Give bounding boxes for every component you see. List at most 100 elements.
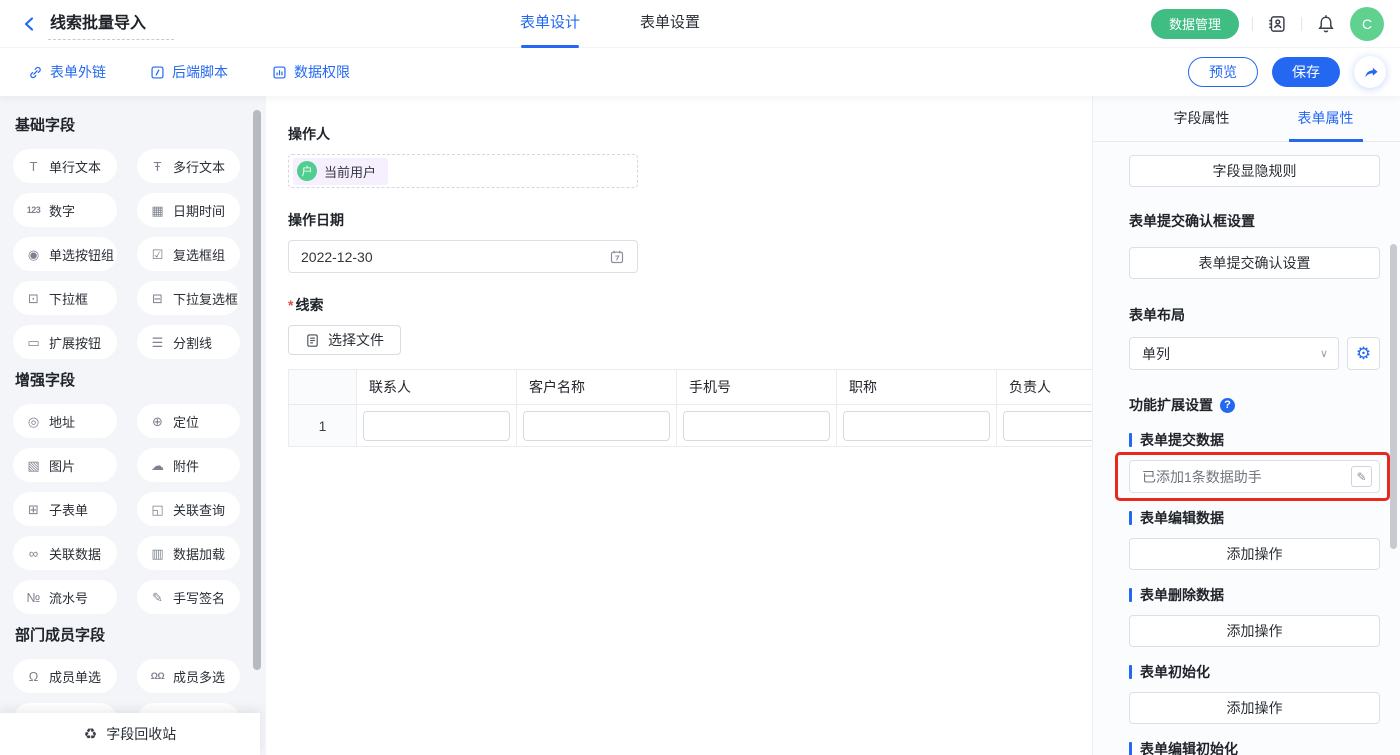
sidebar-section-grid: ◎地址 ⊕定位 ▧图片 ☁附件 ⊞子表单 ◱关联查询 ∞关联数据 ▥数据加载 №流水号 ✎手写签名: [13, 404, 266, 614]
field-visibility-rules-button[interactable]: 字段显隐规则: [1129, 155, 1380, 187]
form-edit-data-add-button[interactable]: 添加操作: [1129, 538, 1380, 570]
column-header: 负责人: [997, 370, 1092, 404]
field-item-multi-line-text[interactable]: Ŧ多行文本: [137, 149, 240, 183]
field-item-serial-number[interactable]: №流水号: [13, 580, 117, 614]
field-item-address[interactable]: ◎地址: [13, 404, 117, 438]
tab-form-design[interactable]: 表单设计: [490, 0, 610, 48]
table-row: 1: [289, 404, 1092, 446]
date-value: 2022-12-30: [301, 249, 373, 265]
field-item-attachment[interactable]: ☁附件: [137, 448, 240, 482]
field-item-label: 流水号: [49, 588, 88, 607]
tab-form-settings[interactable]: 表单设置: [610, 0, 730, 48]
operator-value-box[interactable]: 户 当前用户: [288, 154, 638, 188]
avatar[interactable]: C: [1350, 7, 1384, 41]
chevron-down-icon: ∨: [1320, 347, 1328, 360]
field-item-subform[interactable]: ⊞子表单: [13, 492, 117, 526]
field-item-member-single[interactable]: Ω成员单选: [13, 659, 117, 693]
cell-input[interactable]: [363, 411, 510, 441]
field-operator[interactable]: 操作人 户 当前用户: [288, 124, 1092, 188]
field-item-location[interactable]: ⊕定位: [137, 404, 240, 438]
number-icon: 123: [25, 206, 42, 215]
data-manage-button[interactable]: 数据管理: [1151, 9, 1239, 39]
notification-bell-icon[interactable]: [1315, 13, 1337, 35]
sidebar-scrollbar[interactable]: [253, 110, 261, 670]
field-item-member-multi[interactable]: ΩΩ成员多选: [137, 659, 240, 693]
field-item-label: 数据加载: [173, 544, 225, 563]
field-item-number[interactable]: 123数字: [13, 193, 117, 227]
panel-scrollbar[interactable]: [1390, 244, 1397, 549]
field-leads[interactable]: * 线索 选择文件 联系人客户名称手机号职称负责人1: [288, 295, 1092, 447]
preview-button[interactable]: 预览: [1188, 57, 1258, 87]
submit-confirm-settings-button[interactable]: 表单提交确认设置: [1129, 247, 1380, 279]
form-submit-data-wrap: 已添加1条数据助手✎: [1129, 460, 1380, 493]
help-icon[interactable]: ?: [1220, 398, 1235, 413]
field-item-image[interactable]: ▧图片: [13, 448, 117, 482]
form-design-canvas: 操作人 户 当前用户 操作日期 2022-12-30: [266, 96, 1092, 755]
form-delete-data-add-button[interactable]: 添加操作: [1129, 615, 1380, 647]
column-header: 手机号: [677, 370, 837, 404]
field-item-signature[interactable]: ✎手写签名: [137, 580, 240, 614]
field-item-label: 单行文本: [49, 157, 101, 176]
divider: [1252, 17, 1253, 31]
cell-input[interactable]: [523, 411, 670, 441]
field-item-radio-group[interactable]: ◉单选按钮组: [13, 237, 117, 271]
field-item-checkbox-group[interactable]: ☑复选框组: [137, 237, 240, 271]
page-title[interactable]: 线索批量导入: [48, 7, 174, 40]
dropdown-icon: ⊡: [25, 292, 42, 305]
recycle-label: 字段回收站: [106, 724, 176, 744]
group-title: 表单编辑数据: [1140, 508, 1224, 528]
field-item-label: 地址: [49, 412, 75, 431]
form-init-label: 表单初始化: [1129, 662, 1380, 682]
sidebar-section-title: 增强字段: [15, 369, 264, 390]
date-input[interactable]: 2022-12-30: [288, 240, 638, 273]
tab-field-properties[interactable]: 字段属性: [1165, 96, 1239, 142]
backend-script-icon: [150, 65, 165, 80]
section-bar: [1129, 665, 1132, 679]
edit-icon[interactable]: ✎: [1351, 466, 1372, 487]
divider: [1301, 17, 1302, 31]
datetime-icon: ▦: [149, 204, 166, 217]
user-avatar-icon: 户: [297, 161, 317, 181]
current-user-tag[interactable]: 户 当前用户: [293, 158, 388, 185]
field-item-related-query[interactable]: ◱关联查询: [137, 492, 240, 526]
extension-settings-title: 功能扩展设置: [1129, 395, 1213, 415]
field-item-single-line-text[interactable]: T单行文本: [13, 149, 117, 183]
field-item-divider[interactable]: ☰分割线: [137, 325, 240, 359]
member-single-icon: Ω: [25, 670, 42, 683]
related-query-icon: ◱: [149, 503, 166, 516]
attachment-icon: ☁: [149, 459, 166, 472]
location-icon: ⊕: [149, 415, 166, 428]
tab-form-properties[interactable]: 表单属性: [1289, 96, 1363, 142]
save-button[interactable]: 保存: [1272, 57, 1340, 87]
field-operation-date[interactable]: 操作日期 2022-12-30: [288, 210, 1092, 273]
column-header: 客户名称: [517, 370, 677, 404]
contacts-book-icon[interactable]: [1266, 13, 1288, 35]
share-button[interactable]: [1354, 56, 1386, 88]
section-bar: [1129, 433, 1132, 447]
extend-button-icon: ▭: [25, 336, 42, 349]
toolbar-links: 表单外链 后端脚本 数据权限: [28, 62, 350, 82]
cell-input[interactable]: [1003, 411, 1092, 441]
field-item-related-data[interactable]: ∞关联数据: [13, 536, 117, 570]
field-recycle-bin[interactable]: ♻ 字段回收站: [0, 713, 260, 755]
field-label: 操作日期: [288, 210, 1092, 230]
choose-file-button[interactable]: 选择文件: [288, 325, 401, 355]
toolbar-right: 预览 保存: [1188, 56, 1386, 88]
form-external-link[interactable]: 表单外链: [28, 62, 106, 82]
field-item-dropdown[interactable]: ⊡下拉框: [13, 281, 117, 315]
data-permission[interactable]: 数据权限: [272, 62, 350, 82]
backend-script[interactable]: 后端脚本: [150, 62, 228, 82]
column-header: 职称: [837, 370, 997, 404]
top-header: 线索批量导入 表单设计表单设置 数据管理 C: [0, 0, 1400, 48]
field-item-data-load[interactable]: ▥数据加载: [137, 536, 240, 570]
field-item-datetime[interactable]: ▦日期时间: [137, 193, 240, 227]
back-icon[interactable]: [20, 13, 40, 35]
layout-settings-button[interactable]: ⚙: [1347, 337, 1380, 370]
cell-input[interactable]: [683, 411, 830, 441]
form-init-add-button[interactable]: 添加操作: [1129, 692, 1380, 724]
form-layout-select[interactable]: 单列 ∨: [1129, 337, 1339, 370]
field-item-extend-button[interactable]: ▭扩展按钮: [13, 325, 117, 359]
form-submit-data-value-box[interactable]: 已添加1条数据助手✎: [1129, 460, 1380, 493]
cell-input[interactable]: [843, 411, 990, 441]
field-item-dropdown-multi[interactable]: ⊟下拉复选框: [137, 281, 240, 315]
